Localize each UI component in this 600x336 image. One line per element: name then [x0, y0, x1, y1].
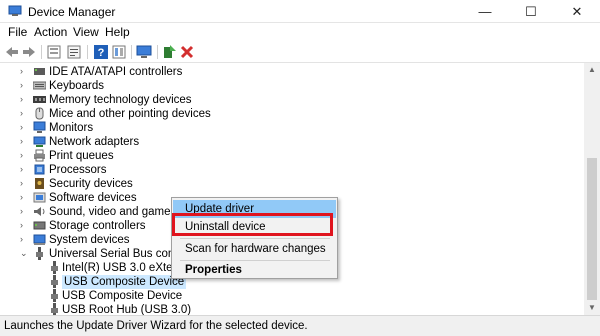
menu-file[interactable]: File [8, 25, 27, 39]
window-title: Device Manager [28, 5, 116, 19]
tree-item-label: USB Composite Device [62, 290, 183, 302]
tree-item-label: System devices [49, 234, 130, 246]
context-menu: Update driver Uninstall device Scan for … [171, 197, 338, 279]
chevron-right-icon[interactable]: › [20, 178, 30, 190]
tree-item-label: Processors [49, 164, 107, 176]
tree-item-label: Intel(R) USB 3.0 eXtensi [62, 262, 188, 274]
chevron-down-icon[interactable]: ⌄ [20, 248, 30, 260]
tree-item-label: USB Composite Device [62, 275, 187, 289]
printer-icon [34, 149, 45, 162]
toolbar-separator [41, 45, 42, 59]
close-button[interactable]: ✕ [554, 0, 600, 23]
ctx-scan-hardware[interactable]: Scan for hardware changes [173, 240, 336, 258]
chevron-right-icon[interactable]: › [20, 206, 30, 218]
menu-view[interactable]: View [73, 25, 99, 39]
chevron-right-icon[interactable]: › [20, 136, 30, 148]
tree-item-label: Print queues [49, 150, 114, 162]
tree-item-label: Network adapters [49, 136, 140, 148]
usb-device-icon [51, 289, 58, 302]
toolbar-separator [131, 45, 132, 59]
chevron-right-icon[interactable]: › [20, 164, 30, 176]
chevron-right-icon[interactable]: › [20, 122, 30, 134]
tree-item-label: Mice and other pointing devices [49, 108, 211, 120]
tree-item-label: Universal Serial Bus contro [49, 248, 188, 260]
chevron-right-icon[interactable]: › [20, 108, 30, 120]
memory-device-icon [33, 96, 46, 103]
usb-device-icon [51, 275, 58, 288]
chevron-right-icon[interactable]: › [20, 94, 30, 106]
toolbar-separator [157, 45, 158, 59]
ide-controller-icon [34, 68, 45, 75]
system-device-icon [33, 234, 46, 245]
help-icon[interactable]: ? [93, 44, 109, 60]
chevron-right-icon[interactable]: › [20, 220, 30, 232]
minimize-button[interactable]: — [462, 0, 508, 23]
scroll-up-arrow-icon[interactable]: ▲ [584, 63, 600, 77]
usb-device-icon [51, 303, 58, 315]
security-device-icon [35, 178, 44, 189]
usb-controller-icon [36, 247, 43, 260]
scroll-thumb[interactable] [587, 158, 597, 300]
monitor-scan-icon[interactable] [136, 44, 152, 60]
properties-icon[interactable] [66, 44, 82, 60]
tree-item-label: Security devices [49, 178, 133, 190]
software-device-icon [33, 192, 46, 203]
chevron-right-icon[interactable]: › [20, 192, 30, 204]
scroll-down-arrow-icon[interactable]: ▼ [584, 301, 600, 315]
enable-driver-icon[interactable] [161, 44, 177, 60]
tree-item-label: Keyboards [49, 80, 104, 92]
chevron-right-icon[interactable]: › [20, 234, 30, 246]
device-tree-icon[interactable] [46, 44, 62, 60]
mouse-icon [35, 107, 44, 120]
tree-item-label: USB Root Hub (USB 3.0) [62, 304, 192, 315]
tree-item-label: IDE ATA/ATAPI controllers [49, 66, 183, 78]
keyboard-icon [33, 81, 46, 90]
chevron-right-icon[interactable]: › [20, 66, 30, 78]
menu-bar: File Action View Help [0, 23, 600, 41]
highlight-outline [172, 213, 333, 236]
storage-controller-icon [33, 221, 46, 230]
tree-item-label: Software devices [49, 192, 137, 204]
vertical-scrollbar[interactable]: ▲ ▼ [584, 63, 600, 315]
svg-text:?: ? [98, 47, 105, 59]
menu-separator [180, 238, 330, 239]
device-manager-icon [8, 5, 22, 16]
tree-item-label: Memory technology devices [49, 94, 192, 106]
tree-item-label: Sound, video and game co [49, 206, 186, 218]
toolbar-separator [87, 45, 88, 59]
menu-help[interactable]: Help [105, 25, 130, 39]
status-bar: Launches the Update Driver Wizard for th… [0, 315, 600, 336]
forward-arrow-icon[interactable] [21, 44, 37, 60]
usb-device-icon [51, 261, 58, 274]
ctx-properties[interactable]: Properties [173, 261, 336, 279]
chevron-right-icon[interactable]: › [20, 80, 30, 92]
toolbar: ? [0, 41, 600, 63]
menu-action[interactable]: Action [34, 25, 67, 39]
status-text: Launches the Update Driver Wizard for th… [4, 320, 308, 332]
monitor-icon [33, 121, 46, 133]
processor-icon [34, 164, 45, 175]
network-adapter-icon [33, 136, 46, 147]
uninstall-x-icon[interactable] [179, 44, 195, 60]
chevron-right-icon[interactable]: › [20, 150, 30, 162]
tree-item-label: Monitors [49, 122, 94, 134]
back-arrow-icon[interactable] [4, 44, 20, 60]
tree-item-label: Storage controllers [49, 220, 146, 232]
title-bar: Device Manager — ☐ ✕ [0, 0, 600, 23]
speaker-icon [34, 207, 45, 216]
maximize-button[interactable]: ☐ [508, 0, 554, 23]
details-icon[interactable] [111, 44, 127, 60]
